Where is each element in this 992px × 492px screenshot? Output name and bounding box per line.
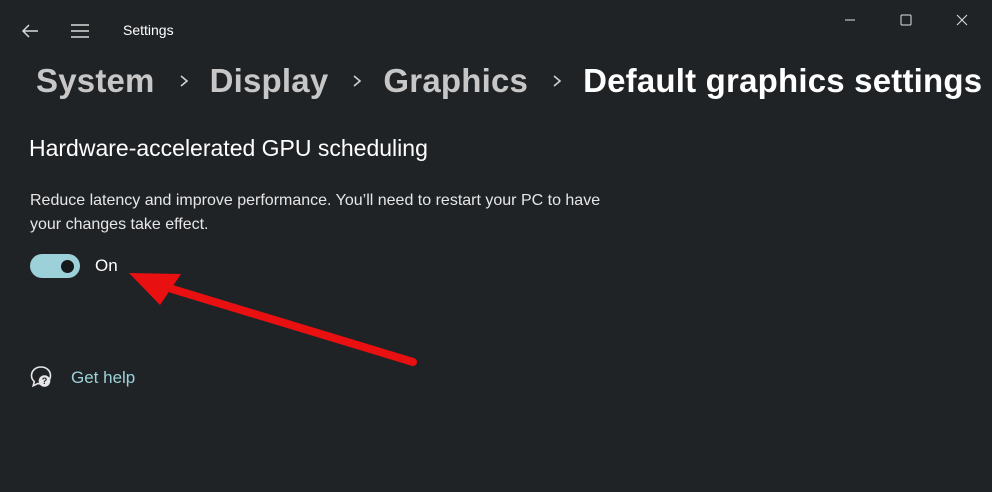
red-annotation-arrow [129,273,417,366]
